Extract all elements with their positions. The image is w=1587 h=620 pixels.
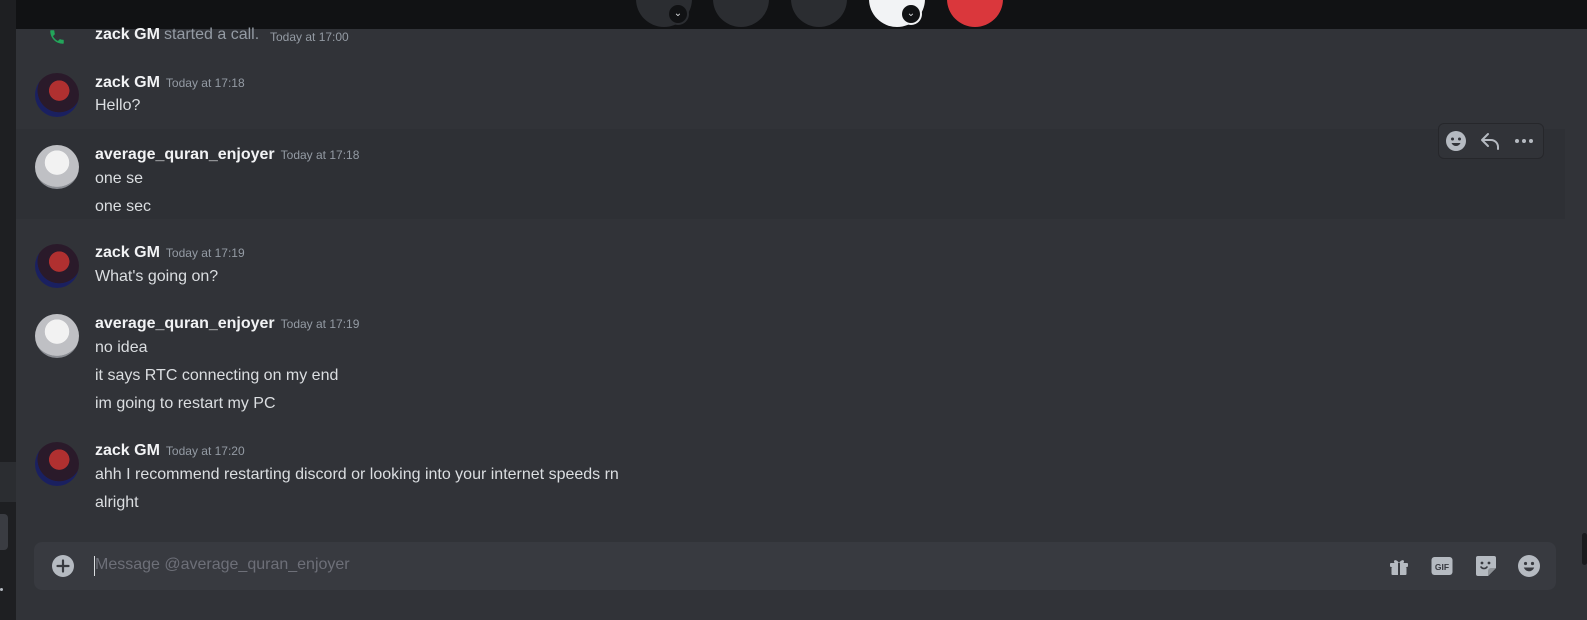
end-call-button[interactable]	[947, 0, 1003, 27]
avatar[interactable]	[35, 442, 79, 486]
message-timestamp: Today at 17:19	[165, 246, 245, 260]
unread-pill	[0, 588, 3, 591]
message-content: alright	[95, 494, 139, 511]
screen-share-button[interactable]	[713, 0, 769, 27]
message-timestamp: Today at 17:20	[165, 444, 245, 458]
message-group: zack GM Today at 17:20 ahh I recommend re…	[16, 427, 1565, 519]
message-group: zack GM Today at 17:18 Hello?	[16, 63, 1565, 123]
message-content: im going to restart my PC	[95, 395, 276, 412]
message-author[interactable]: zack GM	[95, 74, 160, 91]
message-author[interactable]: zack GM	[95, 244, 160, 261]
message-group: zack GM Today at 17:19 What's going on?	[16, 229, 1565, 293]
message-header: zack GM Today at 17:18	[95, 74, 245, 94]
message-group: average_quran_enjoyer Today at 17:18 one …	[16, 129, 1565, 219]
message-header: average_quran_enjoyer Today at 17:18	[95, 146, 359, 166]
avatar[interactable]	[35, 73, 79, 117]
call-started-system-message: zack GM started a call. Today at 17:00	[16, 26, 1565, 51]
svg-text:GIF: GIF	[1435, 562, 1449, 572]
avatar[interactable]	[35, 244, 79, 288]
sidebar-item[interactable]	[0, 462, 16, 502]
gift-icon[interactable]	[1387, 554, 1411, 578]
avatar[interactable]	[35, 145, 79, 189]
scrollbar-thumb[interactable]	[1582, 533, 1587, 565]
message-header: zack GM Today at 17:19	[95, 244, 245, 264]
avatar[interactable]	[35, 314, 79, 358]
sticker-icon[interactable]	[1474, 554, 1498, 578]
message-content: it says RTC connecting on my end	[95, 367, 339, 384]
message-timestamp: Today at 17:19	[280, 317, 360, 331]
message-input[interactable]: Message @average_quran_enjoyer	[95, 556, 350, 574]
emoji-icon[interactable]	[1517, 554, 1541, 578]
message-author[interactable]: zack GM	[95, 442, 160, 459]
message-timestamp: Today at 17:18	[165, 76, 245, 90]
message-content: What's going on?	[95, 268, 219, 285]
reply-icon[interactable]	[1478, 129, 1502, 153]
server-sidebar-edge	[0, 0, 16, 620]
sidebar-item-selected[interactable]	[0, 514, 8, 550]
message-hover-toolbar	[1438, 123, 1544, 159]
gif-icon[interactable]: GIF	[1430, 554, 1454, 578]
add-attachment-icon[interactable]	[51, 554, 75, 578]
call-controls-bar: ⌄ ⌄	[16, 0, 1587, 29]
camera-button[interactable]: ⌄	[636, 0, 692, 27]
message-composer[interactable]: Message @average_quran_enjoyer GIF	[34, 542, 1556, 590]
message-content: ahh I recommend restarting discord or lo…	[95, 466, 619, 483]
message-content: no idea	[95, 339, 148, 356]
message-author[interactable]: average_quran_enjoyer	[95, 315, 275, 332]
message-timestamp: Today at 17:18	[280, 148, 360, 162]
more-icon[interactable]	[1512, 129, 1536, 153]
chevron-down-icon[interactable]: ⌄	[900, 3, 922, 25]
chevron-down-icon[interactable]: ⌄	[667, 3, 689, 25]
message-author[interactable]: average_quran_enjoyer	[95, 146, 275, 163]
phone-icon	[50, 30, 64, 44]
message-content: Hello?	[95, 97, 141, 114]
message-content: one se	[95, 170, 144, 187]
system-message-author[interactable]: zack GM	[95, 26, 160, 44]
message-list: zack GM started a call. Today at 17:00 z…	[16, 26, 1587, 620]
microphone-button[interactable]: ⌄	[869, 0, 925, 27]
add-reaction-icon[interactable]	[1444, 129, 1468, 153]
activities-button[interactable]	[791, 0, 847, 27]
message-group: average_quran_enjoyer Today at 17:19 no i…	[16, 299, 1565, 419]
message-header: zack GM Today at 17:20	[95, 442, 245, 462]
message-timestamp: Today at 17:00	[270, 30, 349, 44]
message-header: average_quran_enjoyer Today at 17:19	[95, 315, 359, 335]
system-message-text: started a call.	[164, 26, 260, 43]
message-content: one sec	[95, 198, 152, 215]
